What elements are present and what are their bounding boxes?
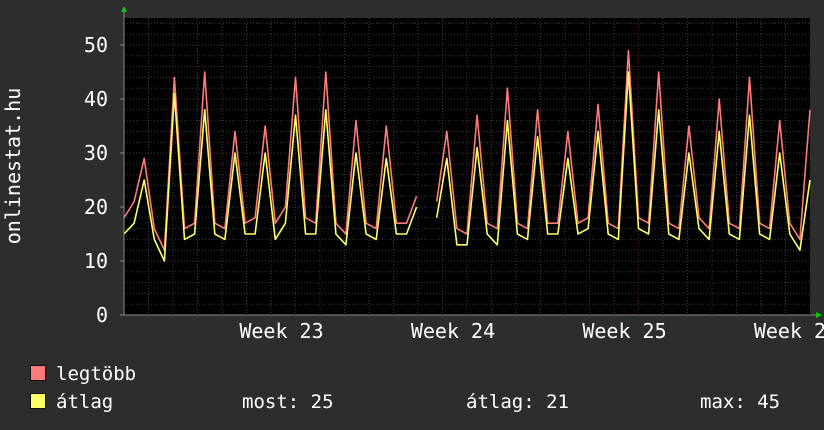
x-tick-label: Week 24: [411, 319, 495, 340]
legend-swatch-max: [30, 365, 46, 381]
stat-now: most: 25: [242, 391, 334, 413]
x-tick-label: Week 25: [582, 319, 666, 340]
y-tick-label: 20: [84, 195, 108, 219]
y-tick-label: 10: [84, 249, 108, 273]
y-axis-arrow-icon: [121, 6, 127, 12]
graph-panel: 01020304050Week 23Week 24Week 25Week 26 …: [0, 0, 824, 430]
x-axis-arrow-icon: [816, 312, 822, 318]
legend-label-max: legtöbb: [56, 363, 137, 385]
y-tick-label: 40: [84, 87, 108, 111]
line-chart: 01020304050Week 23Week 24Week 25Week 26 …: [1, 6, 824, 340]
stat-max: max: 45: [700, 391, 781, 413]
y-tick-label: 30: [84, 141, 108, 165]
x-tick-label: Week 23: [239, 319, 323, 340]
x-tick-label: Week 26: [754, 319, 824, 340]
y-tick-label: 0: [96, 303, 108, 327]
stat-average: átlag: 21: [466, 391, 569, 413]
y-axis-label: onlinestat.hu: [1, 88, 25, 245]
legend-item-max: legtöbb: [30, 364, 136, 384]
legend-item-avg: átlag: [30, 392, 113, 412]
legend-label-avg: átlag: [56, 391, 114, 413]
y-tick-label: 50: [84, 33, 108, 57]
legend-swatch-avg: [30, 393, 46, 409]
